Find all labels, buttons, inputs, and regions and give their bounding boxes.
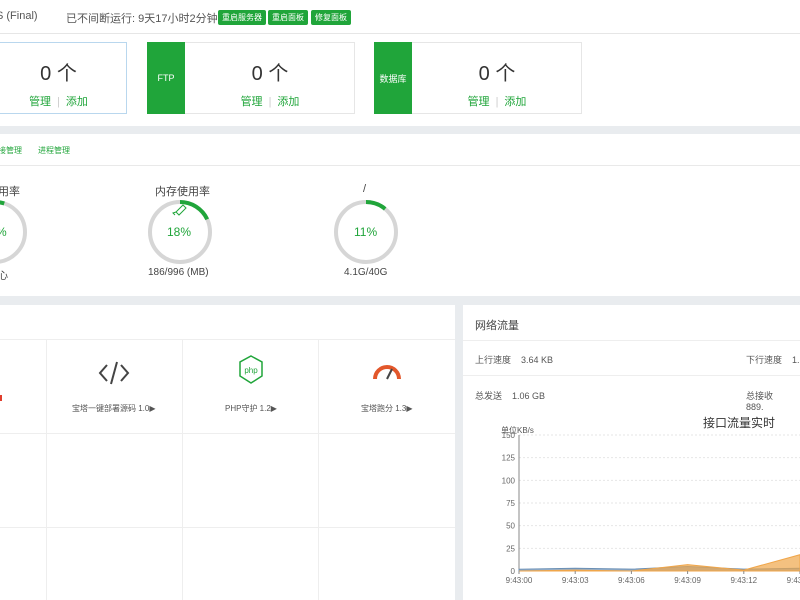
network-title: 网络流量 [475, 320, 519, 332]
cpu-gauge-sub: 心 [0, 271, 8, 282]
upload-speed-label: 上行速度 [475, 355, 512, 365]
uptime-label: 已不间断运行: [66, 13, 136, 25]
traffic-chart: 单位KB/s15012510075502509:43:00 9:43:03 9:43… [501, 425, 800, 585]
database-card: 数据库 0 个 管理 | 添加 [374, 42, 582, 114]
upload-speed-value: 3.64 KB [521, 355, 554, 365]
memory-gauge-sub: 186/996 (MB) [148, 267, 209, 278]
chart-x-tick-label: 9:43:09 [674, 576, 701, 585]
restart-panel-button[interactable]: 重启面板 [268, 10, 308, 25]
chart-x-tick-label: 9:43:15 [787, 576, 800, 585]
divider [463, 340, 800, 341]
divider [0, 433, 455, 434]
ftp-add-link[interactable]: 添加 [277, 96, 299, 108]
chart-y-tick-label: 100 [502, 476, 516, 485]
software-item-cropped-marker [0, 395, 2, 401]
status-tabs: 接管理 进程管理 [0, 134, 800, 166]
database-count: 0 个 [478, 63, 516, 85]
separator: | [57, 96, 60, 108]
ftp-card-links: 管理 | 添加 [148, 93, 354, 109]
divider [0, 527, 455, 528]
repair-panel-button[interactable]: 修复面板 [311, 10, 351, 25]
chart-y-tick-label: 75 [506, 499, 515, 508]
total-sent-value: 1.06 GB [512, 391, 546, 401]
software-item-deploy[interactable]: 宝塔一键部署源码 1.0▶ [47, 340, 182, 433]
separator: | [268, 96, 272, 108]
total-received-value: 889. [746, 402, 764, 412]
system-status-panel: 接管理 进程管理 用率 % 心 内存使用率 18% 186/996 (MB) /… [0, 134, 800, 296]
cpu-gauge-value: % [0, 225, 7, 239]
software-item-deploy-label: 宝塔一键部署源码 1.0▶ [72, 404, 156, 413]
software-item-php-guard-label: PHP守护 1.2▶ [225, 404, 277, 413]
disk-gauge-value: 11% [354, 225, 378, 239]
site-count: 0 个 [40, 63, 77, 85]
chart-y-tick-label: 50 [506, 522, 515, 531]
divider [463, 375, 800, 376]
disk-gauge-sub: 4.1G/40G [344, 267, 388, 278]
software-item-benchmark-label: 宝塔跑分 1.3▶ [361, 404, 413, 413]
total-sent-label: 总发送 [475, 391, 503, 401]
rocket-icon [172, 204, 187, 216]
speedometer-icon [373, 365, 401, 380]
chart-x-tick-label: 9:43:03 [562, 576, 589, 585]
software-item-benchmark[interactable]: 宝塔跑分 1.3▶ [319, 340, 455, 433]
chart-x-tick-label: 9:43:06 [618, 576, 645, 585]
site-manage-link[interactable]: 管理 [29, 96, 51, 108]
database-manage-link[interactable]: 管理 [468, 96, 490, 108]
ftp-manage-link[interactable]: 管理 [241, 96, 263, 108]
chart-x-tick-label: 9:43:12 [730, 576, 757, 585]
tab-connection-manage[interactable]: 接管理 [0, 145, 22, 156]
database-add-link[interactable]: 添加 [504, 96, 526, 108]
software-panel: 宝塔一键部署源码 1.0▶ php PHP守护 1.2▶ 宝塔跑分 1.3▶ [0, 305, 455, 600]
os-name: S (Final) [0, 10, 38, 22]
ftp-card: FTP 0 个 管理 | 添加 [147, 42, 355, 114]
site-card-links: 管理 | 添加 [0, 93, 126, 109]
chart-y-tick-label: 0 [511, 567, 516, 576]
php-icon: php [239, 355, 263, 384]
upload-speed: 上行速度 3.64 KB [475, 353, 553, 366]
svg-text:php: php [244, 366, 258, 375]
download-speed: 下行速度 1. [746, 353, 800, 366]
uptime-text: 已不间断运行: 9天17小时2分钟 [66, 10, 218, 26]
separator: | [495, 96, 499, 108]
restart-server-button[interactable]: 重启服务器 [218, 10, 266, 25]
total-sent: 总发送 1.06 GB [475, 389, 545, 402]
software-item-php-guard[interactable]: php PHP守护 1.2▶ [183, 340, 318, 433]
ftp-count: 0 个 [251, 63, 289, 85]
total-received: 总接收 889. [746, 389, 800, 412]
chart-y-tick-label: 125 [502, 454, 516, 463]
top-status-bar: S (Final) 已不间断运行: 9天17小时2分钟 重启服务器 重启面板 修… [0, 0, 800, 34]
stat-cards: 0 个 管理 | 添加 FTP 0 个 管理 | 添加 数据库 0 个 管理 | 添加 [0, 34, 800, 126]
download-speed-value: 1. [792, 355, 800, 365]
site-card: 0 个 管理 | 添加 [0, 42, 127, 114]
total-received-label: 总接收 [746, 391, 774, 401]
chart-y-tick-label: 25 [506, 544, 515, 553]
chart-x-tick-label: 9:43:00 [506, 576, 533, 585]
disk-gauge-title: / [363, 183, 367, 195]
database-card-links: 管理 | 添加 [375, 93, 581, 109]
network-panel: 网络流量 上行速度 3.64 KB 下行速度 1. 总发送 1.06 GB 总接… [463, 305, 800, 600]
code-icon [98, 361, 130, 385]
site-add-link[interactable]: 添加 [66, 96, 88, 108]
download-speed-label: 下行速度 [746, 355, 783, 365]
tab-process-manage[interactable]: 进程管理 [38, 145, 70, 156]
uptime-value: 9天17小时2分钟 [138, 13, 218, 25]
chart-y-tick-label: 150 [502, 431, 516, 440]
memory-gauge-value: 18% [167, 225, 192, 239]
